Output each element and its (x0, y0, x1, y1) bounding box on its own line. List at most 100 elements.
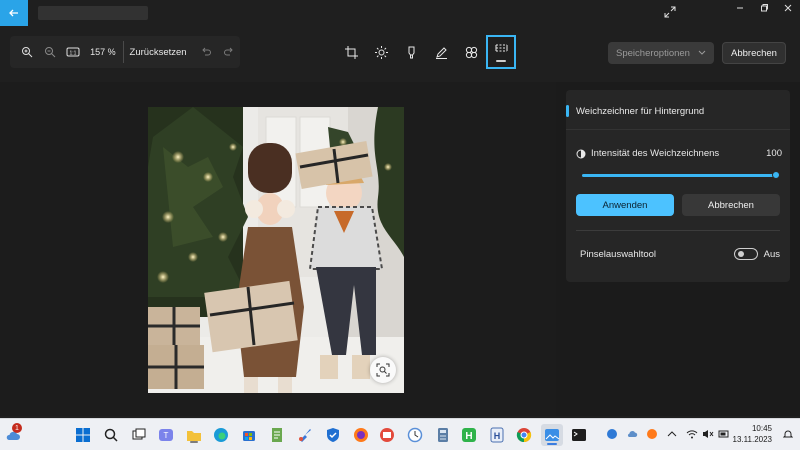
photos-icon (545, 429, 560, 441)
slider-track (582, 174, 776, 177)
zoom-in-button[interactable] (16, 40, 39, 64)
taskbar-app-firefox[interactable] (352, 426, 370, 444)
visual-search-icon (376, 363, 390, 377)
notification-center[interactable] (782, 428, 794, 440)
slider-thumb[interactable] (772, 171, 780, 179)
window-controls (728, 0, 800, 16)
panel-divider-2 (576, 230, 780, 231)
defender-icon (327, 428, 339, 442)
tray-overflow[interactable] (666, 428, 678, 440)
apply-button[interactable]: Anwenden (576, 194, 674, 216)
marker-icon (408, 46, 414, 58)
svg-text:H: H (465, 431, 472, 442)
windows-start-icon (76, 428, 90, 442)
file-explorer-icon (187, 431, 201, 441)
running-indicator (190, 441, 198, 443)
active-indicator (547, 443, 557, 445)
paint-icon (299, 429, 311, 442)
close-button[interactable] (776, 0, 800, 16)
tray-wifi[interactable] (686, 428, 698, 440)
taskbar: 1 T H H 10:45 13.11.2023 (0, 418, 800, 450)
task-view-button[interactable] (130, 426, 148, 444)
restore-button[interactable] (752, 0, 776, 16)
minimize-button[interactable] (728, 0, 752, 16)
taskbar-app-chrome[interactable] (515, 426, 533, 444)
visual-search-button[interactable] (370, 357, 396, 383)
panel-divider (566, 129, 790, 130)
background-blur-tool-button[interactable] (486, 35, 516, 69)
chevron-up-icon (667, 431, 677, 437)
wifi-icon (686, 430, 698, 439)
app-tray-icon (647, 429, 657, 439)
tray-battery[interactable] (718, 428, 730, 440)
taskbar-app-calculator[interactable] (434, 426, 452, 444)
filter-tool-button[interactable] (456, 38, 486, 66)
undo-button[interactable] (195, 40, 218, 64)
brush-tool-toggle[interactable] (733, 248, 758, 260)
accent-indicator (566, 105, 569, 117)
taskbar-app-h[interactable]: H (460, 426, 478, 444)
cancel-button[interactable]: Abbrechen (682, 194, 780, 216)
taskbar-app-photos[interactable] (541, 424, 563, 446)
expand-button[interactable] (660, 3, 680, 21)
taskbar-app-paint[interactable] (296, 426, 314, 444)
store-icon (243, 431, 255, 441)
taskbar-app-mail[interactable] (378, 426, 396, 444)
restore-icon (761, 4, 768, 12)
start-button[interactable] (74, 426, 92, 444)
tray-security[interactable] (606, 428, 618, 440)
actual-size-button[interactable]: 1:1 (61, 40, 84, 64)
taskbar-app-teams[interactable]: T (157, 426, 175, 444)
taskbar-app-store[interactable] (240, 426, 258, 444)
tray-volume[interactable] (702, 428, 714, 440)
taskbar-app-notepad[interactable] (268, 426, 286, 444)
redo-button[interactable] (217, 40, 240, 64)
actual-size-icon: 1:1 (66, 47, 80, 57)
children-with-gifts-image (148, 107, 404, 393)
taskbar-app-edge[interactable] (212, 426, 230, 444)
redo-icon (223, 47, 233, 56)
panel-title: Weichzeichner für Hintergrund (576, 105, 705, 117)
expand-icon (664, 6, 676, 18)
toggle-knob (737, 251, 744, 257)
arrow-left-icon (9, 9, 18, 17)
search-button[interactable] (102, 426, 120, 444)
brush-selection-row: Pinselauswahltool Aus (580, 248, 780, 260)
mail-icon (380, 428, 394, 442)
draw-tool-button[interactable] (426, 38, 456, 66)
bell-icon (783, 430, 793, 438)
markup-tool-button[interactable] (396, 38, 426, 66)
adjust-tool-button[interactable] (366, 38, 396, 66)
cancel-top-button[interactable]: Abbrechen (722, 42, 786, 64)
save-options-button[interactable]: Speicheroptionen (608, 42, 714, 64)
tray-cloud[interactable] (626, 428, 638, 440)
intensity-value: 100 (766, 148, 782, 159)
taskbar-app-terminal[interactable] (570, 426, 588, 444)
close-icon (784, 4, 792, 12)
taskbar-app-defender[interactable] (324, 426, 342, 444)
minimize-icon (737, 7, 743, 9)
back-button[interactable] (0, 0, 28, 26)
svg-text:T: T (164, 431, 169, 440)
photo-preview (148, 107, 404, 393)
brightness-icon (374, 45, 388, 59)
crop-icon (344, 45, 358, 59)
intensity-slider[interactable] (582, 171, 780, 179)
tray-app[interactable] (646, 428, 658, 440)
taskbar-app-explorer[interactable] (185, 426, 203, 444)
volume-icon (703, 430, 714, 438)
panel-header: Weichzeichner für Hintergrund (566, 100, 790, 122)
intensity-row: Intensität des Weichzeichnens 100 (576, 148, 782, 159)
brush-tool-state: Aus (763, 248, 780, 260)
taskbar-app-h2[interactable]: H (488, 426, 506, 444)
calculator-icon (438, 428, 448, 442)
security-icon (607, 429, 617, 439)
background-blur-icon (495, 44, 507, 52)
taskbar-clock[interactable]: 10:45 13.11.2023 (733, 423, 772, 445)
zoom-value: 157 % (90, 47, 116, 57)
taskbar-app-clock[interactable] (406, 426, 424, 444)
zoom-out-button[interactable] (39, 40, 62, 64)
crop-tool-button[interactable] (336, 38, 366, 66)
save-options-label: Speicheroptionen (616, 47, 690, 59)
reset-button[interactable]: Zurücksetzen (130, 47, 187, 58)
